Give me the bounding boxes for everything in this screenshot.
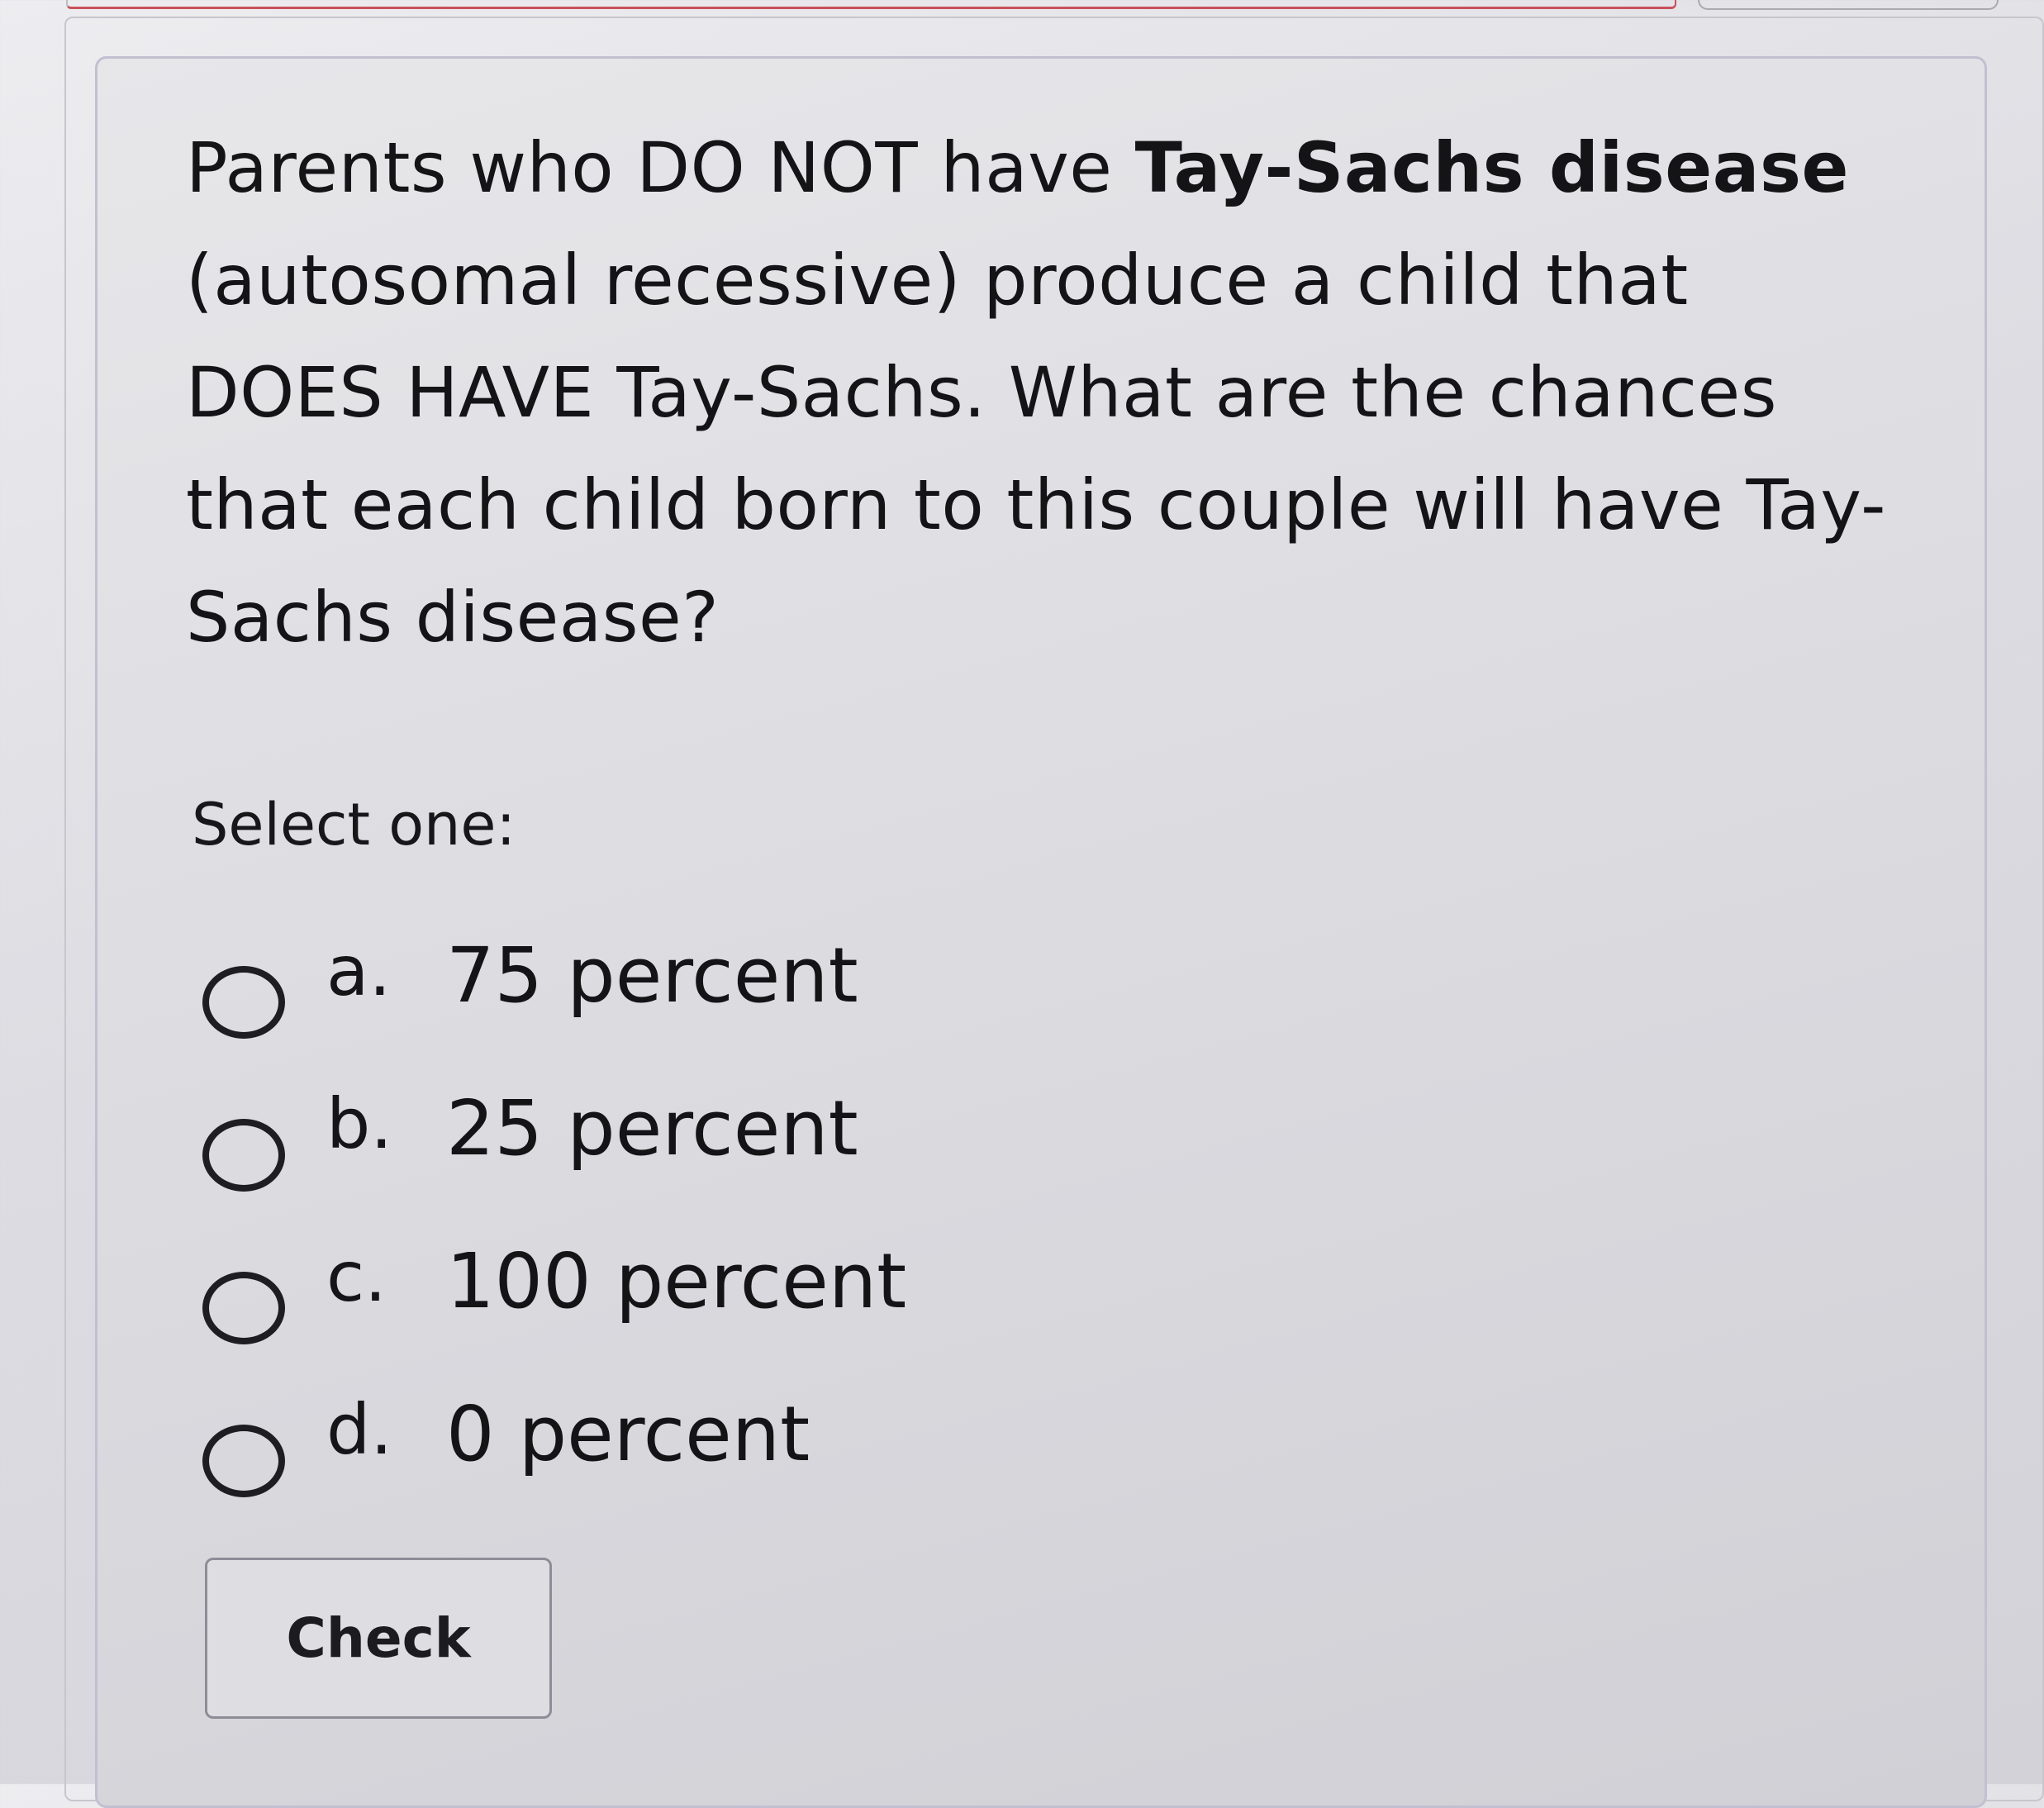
option-text[interactable]: 100 percent bbox=[446, 1237, 906, 1325]
option-text[interactable]: 0 percent bbox=[446, 1390, 810, 1478]
answer-option-b[interactable]: b. 25 percent bbox=[202, 1078, 1359, 1231]
navigation-button-edge bbox=[1698, 0, 1999, 10]
check-button[interactable]: Check bbox=[205, 1558, 552, 1719]
question-text: Parents who DO NOT have Tay-Sachs diseas… bbox=[186, 112, 1904, 673]
radio-circle-icon[interactable] bbox=[202, 1271, 285, 1344]
radio-circle-icon[interactable] bbox=[202, 965, 285, 1039]
option-letter: a. bbox=[326, 930, 392, 1011]
question-text-part2: (autosomal recessive) produce a child th… bbox=[186, 240, 1886, 658]
option-text[interactable]: 25 percent bbox=[446, 1084, 858, 1173]
radio-circle-icon[interactable] bbox=[202, 1424, 285, 1497]
question-text-part1: Parents who DO NOT have bbox=[186, 127, 1135, 208]
answer-options: a. 75 percent b. 25 percent c. 100 perce… bbox=[202, 925, 1359, 1537]
previous-panel-edge bbox=[66, 0, 1676, 9]
option-letter: d. bbox=[326, 1388, 393, 1470]
question-text-bold: Tay-Sachs disease bbox=[1134, 127, 1849, 208]
answer-option-a[interactable]: a. 75 percent bbox=[202, 925, 1359, 1078]
answer-option-d[interactable]: d. 0 percent bbox=[202, 1384, 1359, 1537]
select-one-prompt: Select one: bbox=[192, 791, 516, 859]
option-text[interactable]: 75 percent bbox=[446, 931, 858, 1020]
radio-circle-icon[interactable] bbox=[202, 1118, 285, 1192]
option-letter: c. bbox=[326, 1235, 387, 1317]
answer-option-c[interactable]: c. 100 percent bbox=[202, 1231, 1359, 1384]
option-letter: b. bbox=[326, 1082, 393, 1164]
